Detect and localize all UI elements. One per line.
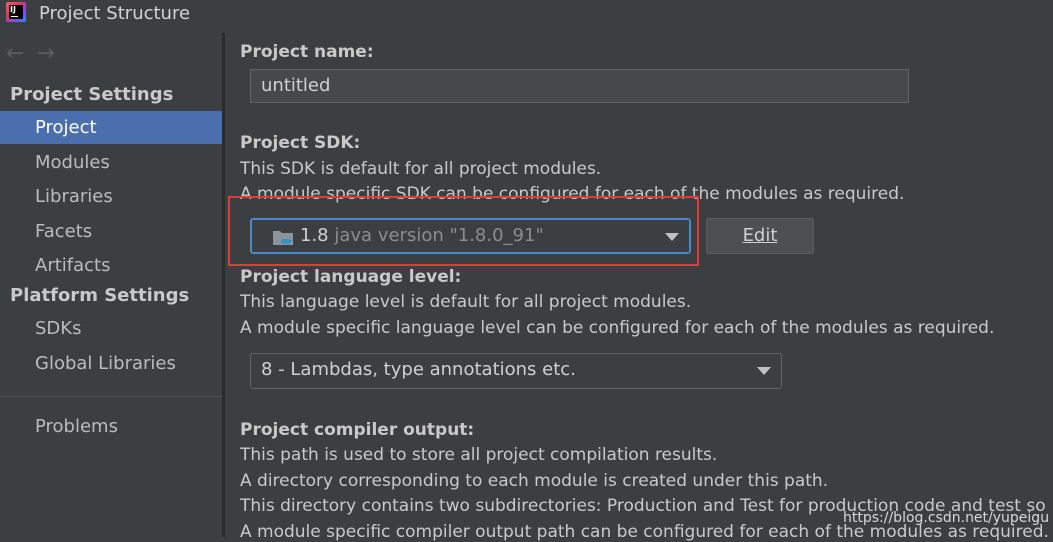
- compiler-output-desc-2: A directory corresponding to each module…: [240, 471, 829, 491]
- sidebar-item-libraries[interactable]: Libraries: [0, 180, 222, 213]
- sidebar-item-project[interactable]: Project: [0, 111, 222, 144]
- edit-label: Edit: [742, 225, 778, 246]
- project-settings-header: Project Settings: [10, 84, 174, 105]
- sidebar-item-sdks[interactable]: SDKs: [0, 312, 222, 345]
- sidebar-item-problems[interactable]: Problems: [0, 410, 222, 443]
- language-level-value: 8 - Lambdas, type annotations etc.: [261, 359, 576, 380]
- window-title: Project Structure: [39, 3, 191, 24]
- intellij-icon: IJ: [6, 2, 26, 22]
- sidebar-item-global-libraries[interactable]: Global Libraries: [0, 347, 222, 380]
- language-level-dropdown[interactable]: 8 - Lambdas, type annotations etc.: [250, 353, 782, 389]
- title-bar: IJ Project Structure: [0, 0, 1053, 30]
- sidebar-item-artifacts[interactable]: Artifacts: [0, 249, 222, 282]
- nav-arrows: ← →: [6, 41, 67, 66]
- project-sdk-desc-1: This SDK is default for all project modu…: [240, 159, 602, 179]
- sidebar-item-modules[interactable]: Modules: [0, 146, 222, 179]
- sidebar: ← → Project Settings Project Modules Libr…: [0, 33, 222, 537]
- language-level-desc-2: A module specific language level can be …: [240, 318, 995, 338]
- forward-arrow-icon[interactable]: →: [36, 41, 54, 66]
- project-sdk-label: Project SDK:: [240, 133, 361, 153]
- platform-settings-header: Platform Settings: [10, 285, 190, 306]
- annotation-highlight-box: [228, 196, 699, 266]
- sidebar-item-facets[interactable]: Facets: [0, 215, 222, 248]
- sidebar-separator: [0, 396, 222, 397]
- chevron-down-icon: [757, 367, 771, 375]
- project-name-label: Project name:: [240, 42, 374, 62]
- back-arrow-icon[interactable]: ←: [6, 41, 24, 66]
- compiler-output-desc-1: This path is used to store all project c…: [240, 445, 718, 465]
- main-panel: Project name: untitled Project SDK: This…: [225, 33, 1053, 542]
- compiler-output-label: Project compiler output:: [240, 420, 475, 440]
- language-level-desc-1: This language level is default for all p…: [240, 292, 692, 312]
- language-level-label: Project language level:: [240, 267, 462, 287]
- edit-sdk-button[interactable]: Edit: [706, 218, 814, 254]
- project-name-input[interactable]: untitled: [250, 69, 909, 103]
- watermark: https://blog.csdn.net/yupeigu: [843, 510, 1050, 526]
